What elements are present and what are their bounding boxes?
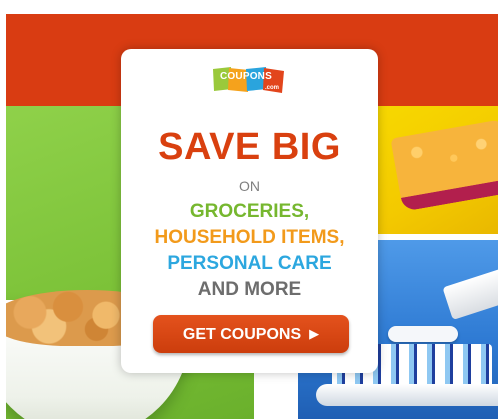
category-personal-care: PERSONAL CARE — [167, 253, 332, 274]
on-label: ON — [239, 178, 260, 194]
toothpaste — [388, 326, 458, 342]
category-groceries: GROCERIES, — [189, 201, 310, 222]
coupons-logo[interactable]: COUPONS .com — [211, 65, 289, 97]
play-arrow-icon: ▶ — [309, 326, 320, 341]
sponge-shape — [390, 118, 498, 212]
category-and-more: AND MORE — [197, 279, 302, 300]
coupons-banner-ad[interactable]: COUPONS .com SAVE BIG ON GROCERIES, HOUS… — [0, 0, 503, 419]
brush-handle — [316, 384, 498, 406]
headline: SAVE BIG — [158, 126, 341, 168]
logo-text: COUPONS — [220, 71, 272, 82]
get-coupons-button[interactable]: GET COUPONS ▶ — [153, 315, 349, 353]
get-coupons-label: GET COUPONS — [182, 326, 302, 343]
toothpaste-tube — [442, 266, 498, 320]
logo-domain: .com — [265, 85, 280, 91]
sponge-image — [378, 106, 498, 234]
category-household-items: HOUSEHOLD ITEMS, — [154, 227, 345, 248]
promo-card: COUPONS .com SAVE BIG ON GROCERIES, HOUS… — [121, 49, 378, 373]
